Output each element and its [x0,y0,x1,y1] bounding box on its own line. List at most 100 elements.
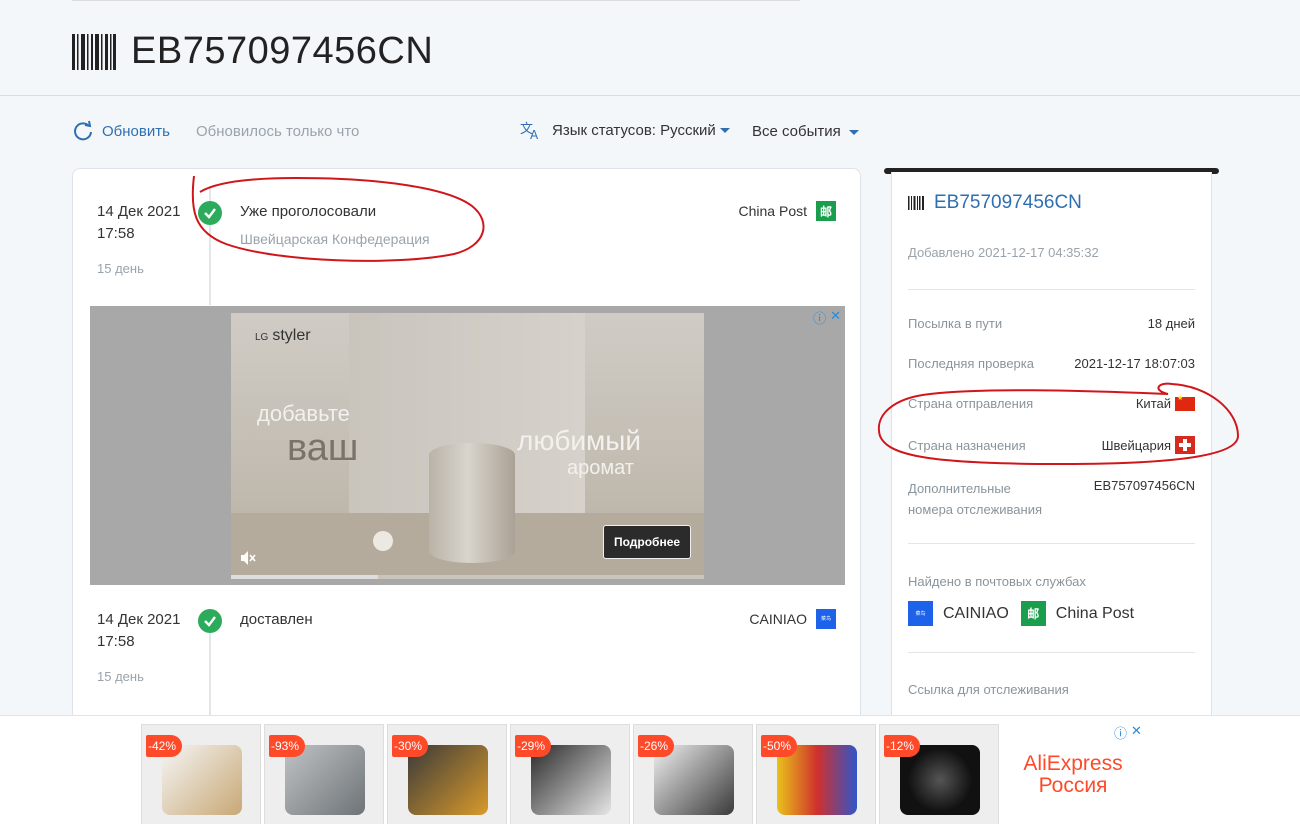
china-post-icon: 邮 [1020,601,1046,626]
cainiao-icon: 菜鸟 [908,601,933,626]
added-date: Добавлено 2021-12-17 04:35:32 [908,245,1099,260]
header-top-divider [72,0,800,1]
discount-badge: -42% [146,735,182,757]
close-icon[interactable]: ✕ [1131,723,1142,742]
product-card[interactable]: -93% [264,724,384,824]
page-title: EB757097456CN [131,30,434,72]
service-cainiao[interactable]: CAINIAO [943,605,1009,623]
discount-badge: -26% [638,735,674,757]
translate-icon: 文 A [520,122,539,140]
info-icon[interactable]: ⓘ [1114,723,1127,742]
info-key: Страна назначения [908,437,1026,453]
language-label: Язык статусов: Русский [552,121,716,139]
ad-choices: ⓘ ✕ [1114,723,1142,742]
info-row-destination: Страна назначения Швейцария [908,436,1195,454]
product-card[interactable]: -42% [141,724,261,824]
info-value: Швейцария [1102,436,1195,454]
info-key-line: Дополнительные [908,481,1011,496]
chevron-down-icon [848,129,859,135]
info-key: Последняя проверка [908,356,1034,371]
destination-country: Швейцария [1101,437,1171,453]
ad-brand: styler [272,327,311,344]
divider [908,652,1195,653]
china-flag-icon [1175,394,1195,411]
divider [908,289,1195,290]
info-row-in-transit: Посылка в пути 18 дней [908,316,1195,331]
product-ad-banner[interactable]: -42% -93% -30% -29% -26% -50% -12% AliEx… [0,715,1300,824]
product-card[interactable]: -30% [387,724,507,824]
chevron-down-icon [719,127,730,133]
event-date-day: 14 Дек 2021 [97,203,181,220]
ad-headline-2: ваш [287,427,359,469]
event-status: Уже проголосовали [240,203,377,220]
info-key-line: номера отслеживания [908,502,1042,517]
event-age: 15 день [97,669,144,684]
ad-brand-logo: LG styler [255,327,311,345]
ad-more-button[interactable]: Подробнее [603,525,691,559]
ad-choices: ⓘ ✕ [813,308,841,327]
service-china-post[interactable]: China Post [1056,605,1134,623]
check-icon [198,201,222,225]
divider [908,543,1195,544]
barcode-icon [72,34,116,70]
product-card[interactable]: -50% [756,724,876,824]
info-value: EB757097456CN [1093,478,1195,493]
mute-icon[interactable] [239,549,257,567]
ad-progress-fill [231,575,378,579]
aliexpress-region: Россия [1038,773,1108,797]
ad-headline-3: любимый [517,425,642,456]
info-key: Посылка в пути [908,316,1003,331]
video-ad[interactable]: LG styler добавьте ваш любимый аромат Под… [90,306,845,585]
discount-badge: -29% [515,735,551,757]
discount-badge: -30% [392,735,428,757]
barcode-icon [908,196,924,210]
ad-progress-bar [231,575,704,579]
events-filter-label: Все события [752,123,841,140]
event-location: Швейцарская Конфедерация [240,231,430,247]
info-row-last-check: Последняя проверка 2021-12-17 18:07:03 [908,356,1195,371]
found-in-services-label: Найдено в почтовых службах [908,574,1086,589]
events-timeline: 14 Дек 2021 17:58 15 день Уже проголосов… [72,168,861,768]
updated-status: Обновилось только что [196,123,360,140]
info-value: 2021-12-17 18:07:03 [1074,356,1195,371]
event-carrier[interactable]: China Post 邮 [739,201,836,221]
product-card[interactable]: -26% [633,724,753,824]
toolbar: Обновить Обновилось только что 文 A Язык … [0,120,1300,144]
event-date-time: 17:58 [97,225,135,242]
event-age: 15 день [97,261,144,276]
events-filter-dropdown[interactable]: Все события [752,123,859,140]
aliexpress-brand: AliExpress [1023,751,1123,775]
svg-text:A: A [530,128,539,140]
ad-decor-ball [373,531,393,551]
package-info-panel: EB757097456CN Добавлено 2021-12-17 04:35… [891,172,1212,732]
product-card[interactable]: -29% [510,724,630,824]
product-card[interactable]: -12% [879,724,999,824]
ad-creative[interactable]: LG styler добавьте ваш любимый аромат Под… [231,313,704,579]
event-status: доставлен [240,611,313,628]
discount-badge: -93% [269,735,305,757]
info-row-origin: Страна отправления Китай [908,394,1195,411]
origin-country: Китай [1135,396,1171,411]
info-key: Страна отправления [908,396,1034,411]
event-carrier[interactable]: CAINIAO 菜鸟 [749,609,836,629]
close-icon[interactable]: ✕ [830,308,841,327]
info-icon[interactable]: ⓘ [813,308,826,327]
page-header: EB757097456CN [0,0,1300,96]
tracking-number-link[interactable]: EB757097456CN [908,192,1082,214]
event-date: 14 Дек 2021 17:58 [97,201,180,245]
info-row-extra-numbers: Дополнительные номера отслеживания EB757… [908,478,1195,520]
cainiao-icon: 菜鸟 [816,609,836,629]
carrier-name: China Post [738,203,807,219]
info-value: Китай [1135,394,1195,411]
refresh-icon [74,120,92,141]
refresh-button[interactable]: Обновить [72,120,170,142]
ad-headline-4: аромат [567,457,634,479]
china-post-icon: 邮 [816,201,836,221]
carrier-name: CAINIAO [749,611,807,627]
language-selector[interactable]: 文 A Язык статусов: Русский [520,120,730,140]
tracking-link-label: Ссылка для отслеживания [908,682,1069,697]
info-value: 18 дней [1147,316,1195,331]
event-date: 14 Дек 2021 17:58 [97,609,180,653]
event-date-day: 14 Дек 2021 [97,611,181,628]
switzerland-flag-icon [1175,436,1195,454]
